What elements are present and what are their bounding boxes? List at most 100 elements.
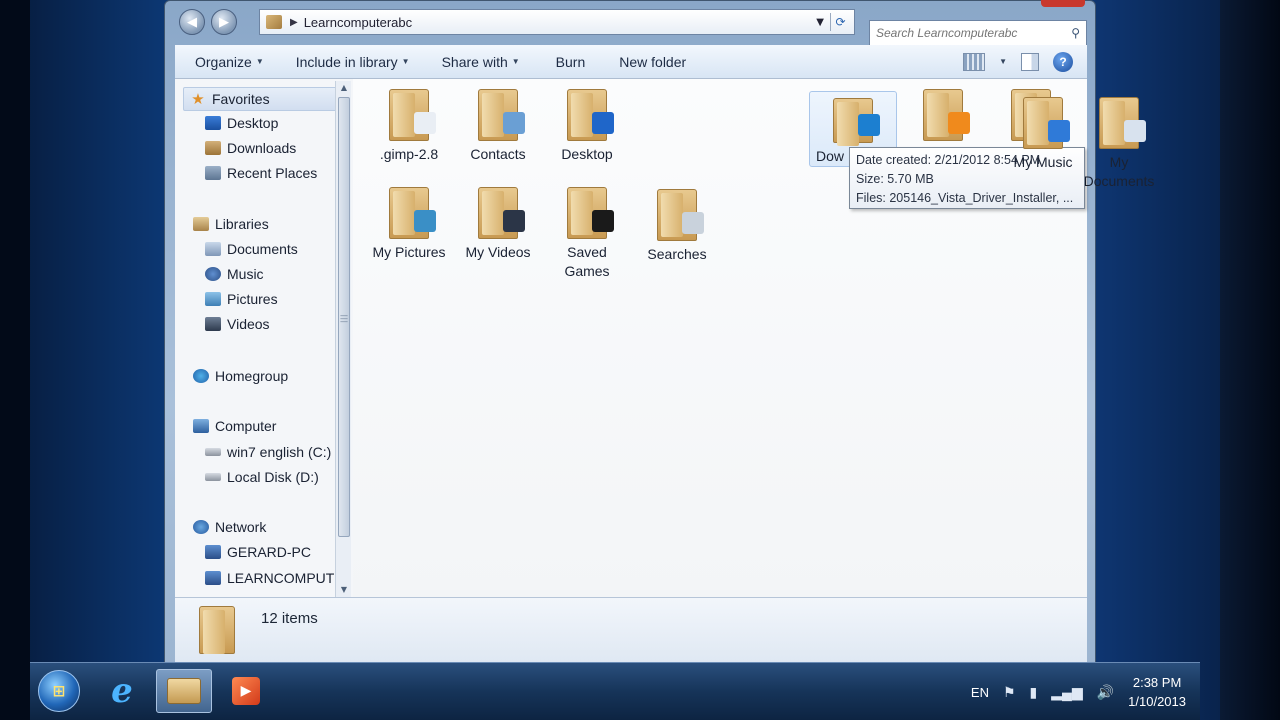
contact-card-icon (503, 112, 525, 134)
scroll-up-arrow-icon[interactable]: ▲ (336, 81, 352, 95)
folder-my-documents[interactable]: My Documents (1075, 97, 1163, 191)
refresh-icon[interactable]: ⟳ (830, 13, 850, 31)
folder-label-line-2: Documents (1083, 173, 1155, 189)
details-pane: 12 items (175, 597, 1087, 663)
forward-button[interactable]: ▶ (211, 9, 237, 35)
change-view-icon[interactable] (963, 52, 986, 71)
homegroup-icon (193, 369, 209, 383)
nav-favorites[interactable]: ★ Favorites (183, 87, 341, 111)
preview-pane-icon[interactable] (1021, 52, 1039, 71)
internet-explorer-icon: e (111, 671, 133, 711)
nav-homegroup[interactable]: Homegroup (193, 368, 288, 384)
nav-pc-gerard[interactable]: GERARD-PC (205, 544, 311, 560)
nav-drive-c-label: win7 english (C:) (227, 444, 332, 460)
share-with-menu[interactable]: Share with ▼ (410, 54, 520, 70)
address-history-dropdown[interactable]: ▼ (816, 17, 824, 28)
nav-recent-places[interactable]: Recent Places (205, 165, 317, 181)
search-box[interactable]: ⚲ (869, 20, 1087, 46)
include-in-library-label: Include in library (295, 53, 398, 70)
action-center-flag-icon[interactable]: ⚑ (1003, 684, 1016, 701)
recent-places-icon (205, 166, 221, 180)
search-input[interactable] (876, 26, 1056, 40)
folder-label: Dow (816, 148, 845, 164)
burn-button[interactable]: Burn (520, 54, 586, 70)
address-path[interactable]: Learncomputerabc (304, 15, 412, 30)
file-list: .gimp-2.8 Contacts Desktop Dow My Docume… (353, 79, 1154, 597)
folder-label: My Pictures (372, 244, 446, 260)
folder-icon (1099, 97, 1146, 149)
back-arrow-icon: ◀ (187, 14, 197, 30)
nav-desktop[interactable]: Desktop (205, 115, 278, 131)
folder-desktop[interactable]: Desktop (543, 89, 631, 164)
taskbar-internet-explorer[interactable]: e (94, 669, 150, 713)
chevron-down-icon: ▼ (401, 57, 410, 66)
language-indicator[interactable]: EN (971, 685, 989, 700)
nav-computer[interactable]: Computer (193, 418, 276, 434)
nav-pictures-label: Pictures (227, 291, 278, 307)
folder-searches[interactable]: Searches (633, 189, 721, 264)
film-strip-icon (503, 210, 525, 232)
folder-icon (657, 189, 704, 241)
folder-contacts[interactable]: Contacts (454, 89, 542, 164)
folder-icon (478, 89, 525, 141)
scrollbar-thumb[interactable]: — — — (338, 97, 350, 537)
media-player-icon: ▶ (232, 677, 260, 705)
folder-icon (266, 15, 282, 29)
folder-label: Contacts (470, 146, 526, 162)
organize-menu[interactable]: Organize ▼ (175, 54, 264, 70)
navigation-scrollbar[interactable]: ▲ — — — ▼ (335, 81, 351, 597)
forward-arrow-icon: ▶ (219, 14, 229, 30)
view-options-dropdown[interactable]: ▼ (999, 57, 1007, 66)
nav-videos[interactable]: Videos (205, 316, 270, 332)
nav-documents[interactable]: Documents (205, 241, 298, 257)
breadcrumb-arrow-icon[interactable]: ▶ (290, 17, 298, 28)
magnifier-icon (682, 212, 704, 234)
nav-network[interactable]: Network (193, 519, 266, 535)
volume-icon[interactable]: 🔊 (1097, 684, 1114, 701)
nav-pictures[interactable]: Pictures (205, 291, 278, 307)
music-icon (205, 267, 221, 281)
include-in-library-menu[interactable]: Include in library ▼ (264, 54, 410, 70)
downloads-icon (205, 141, 221, 155)
nav-drive-d[interactable]: Local Disk (D:) (205, 469, 319, 485)
clock-time: 2:38 PM (1132, 675, 1182, 690)
nav-libraries[interactable]: Libraries (193, 216, 269, 232)
clock-date: 1/10/2013 (1128, 694, 1186, 709)
document-icon (1124, 120, 1146, 142)
nav-music[interactable]: Music (205, 266, 264, 282)
close-window-button[interactable] (1041, 0, 1085, 7)
nav-network-label: Network (215, 519, 267, 535)
folder-icon (567, 187, 614, 239)
nav-pc-learncompute[interactable]: LEARNCOMPUTE (205, 570, 344, 586)
start-button[interactable]: ⊞ (38, 670, 80, 712)
taskbar: ⊞ e ▶ EN ⚑ ▮ ▂▄▆ 🔊 2:38 PM 1/10/2013 (30, 662, 1200, 720)
address-bar[interactable]: ▶ Learncomputerabc ▼ ⟳ (259, 9, 855, 35)
nav-recent-places-label: Recent Places (227, 165, 318, 181)
new-folder-label: New folder (619, 53, 687, 70)
power-icon[interactable]: ▮ (1030, 684, 1038, 701)
clock[interactable]: 2:38 PM 1/10/2013 (1128, 673, 1186, 711)
network-signal-icon[interactable]: ▂▄▆ (1051, 684, 1082, 701)
nav-drive-c[interactable]: win7 english (C:) (205, 444, 331, 460)
folder-gimp[interactable]: .gimp-2.8 (365, 89, 453, 164)
taskbar-windows-explorer[interactable] (156, 669, 212, 713)
search-icon[interactable]: ⚲ (1071, 26, 1080, 40)
scroll-down-arrow-icon[interactable]: ▼ (336, 583, 352, 597)
new-folder-button[interactable]: New folder (585, 54, 686, 70)
network-computer-icon (205, 571, 221, 585)
folder-icon (389, 89, 436, 141)
folder-my-music[interactable]: My Music (999, 97, 1087, 172)
back-button[interactable]: ◀ (179, 9, 205, 35)
help-icon[interactable]: ? (1053, 51, 1073, 72)
folder-saved-games[interactable]: Saved Games (543, 187, 631, 281)
nav-homegroup-label: Homegroup (215, 368, 289, 384)
chevron-down-icon: ▼ (511, 57, 520, 66)
nav-downloads[interactable]: Downloads (205, 140, 296, 156)
network-icon (193, 520, 209, 534)
folder-my-pictures[interactable]: My Pictures (365, 187, 453, 262)
desktop-icon (592, 112, 614, 134)
folder-my-videos[interactable]: My Videos (454, 187, 542, 262)
taskbar-media-player[interactable]: ▶ (218, 669, 274, 713)
folder-favorites[interactable] (899, 89, 987, 141)
folder-label: My Videos (465, 244, 531, 260)
